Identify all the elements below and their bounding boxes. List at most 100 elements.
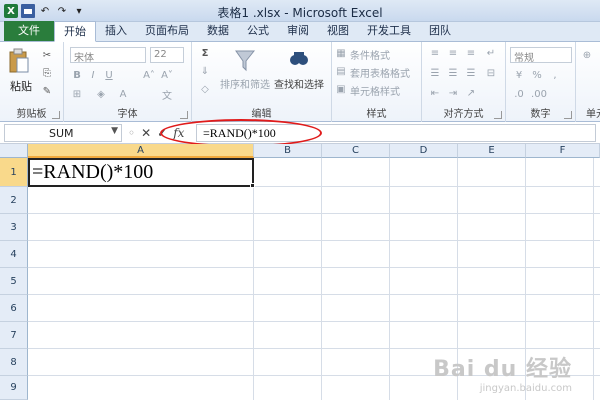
editing-group-label: 编辑 [251, 109, 272, 120]
font-launcher-icon[interactable] [180, 111, 188, 119]
formula-input[interactable]: =RAND()*100 [196, 124, 596, 142]
cell-styles-icon[interactable]: ▣ [334, 82, 348, 96]
column-header-a[interactable]: A [28, 144, 254, 158]
gridline [28, 213, 600, 214]
row-header-8[interactable]: 8 [0, 349, 28, 376]
watermark-logo-text: Bai du 经验 [433, 357, 572, 382]
decrease-decimal-icon[interactable]: .00 [531, 87, 547, 101]
group-font: 宋体 22 B I U A˄ A˅ ⊞ ◈ A 文 字体 [64, 42, 192, 122]
row-header-7[interactable]: 7 [0, 322, 28, 349]
border-icon[interactable]: ⊞ [70, 87, 84, 101]
font-group-label: 字体 [117, 109, 138, 120]
watermark-url: jingyan.baidu.com [479, 383, 572, 394]
tab-team[interactable]: 团队 [420, 21, 460, 41]
fill-icon[interactable]: ⇓ [198, 64, 212, 78]
tab-page-layout[interactable]: 页面布局 [136, 21, 198, 41]
alignment-launcher-icon[interactable] [494, 111, 502, 119]
name-box-dropdown-icon[interactable]: ▼ [111, 126, 118, 136]
group-number: 常规 ¥ % , .0 .00 数字 [506, 42, 576, 122]
comma-style-icon[interactable]: , [548, 68, 562, 82]
insert-cells-icon[interactable]: ⊕ [580, 48, 594, 62]
tab-developer[interactable]: 开发工具 [358, 21, 420, 41]
grow-font-icon[interactable]: A˄ [142, 68, 156, 82]
italic-icon[interactable]: I [86, 68, 100, 82]
orientation-icon[interactable]: ↗ [464, 86, 478, 100]
paste-icon[interactable] [8, 48, 30, 74]
column-header-d[interactable]: D [390, 144, 458, 158]
gridline [28, 240, 600, 241]
number-format-combo[interactable]: 常规 [510, 47, 572, 64]
tab-review[interactable]: 审阅 [278, 21, 318, 41]
phonetic-icon[interactable]: 文 [160, 87, 174, 102]
number-launcher-icon[interactable] [564, 111, 572, 119]
tab-home[interactable]: 开始 [54, 21, 96, 42]
align-bottom-icon[interactable]: ≡ [464, 46, 478, 60]
conditional-format-label[interactable]: 条件格式 [350, 47, 390, 62]
bold-icon[interactable]: B [70, 68, 84, 82]
window-title: 表格1 .xlsx - Microsoft Excel [217, 6, 383, 20]
column-header-c[interactable]: C [322, 144, 390, 158]
increase-decimal-icon[interactable]: .0 [512, 87, 526, 101]
format-painter-icon[interactable]: ✎ [40, 84, 54, 98]
find-select-label[interactable]: 查找和选择 [274, 76, 324, 91]
select-all-button[interactable] [0, 144, 28, 158]
gridline [28, 294, 600, 295]
tab-file[interactable]: 文件 [4, 21, 54, 41]
indent-increase-icon[interactable]: ⇥ [446, 86, 460, 100]
percent-icon[interactable]: % [530, 68, 544, 82]
row-header-3[interactable]: 3 [0, 214, 28, 241]
enter-icon[interactable]: ✓ [157, 126, 167, 140]
insert-function-icon[interactable]: fx [173, 126, 184, 140]
gridline [389, 158, 390, 400]
clear-icon[interactable]: ◇ [198, 82, 212, 96]
find-select-icon[interactable] [288, 48, 310, 72]
format-table-label[interactable]: 套用表格格式 [350, 65, 410, 80]
row-header-9[interactable]: 9 [0, 376, 28, 400]
active-cell-a1[interactable]: =RAND()*100 [28, 158, 254, 187]
group-alignment: ≡ ≡ ≡ ↵ ☰ ☰ ☰ ⊟ ⇤ ⇥ ↗ 对齐方式 [422, 42, 506, 122]
shrink-font-icon[interactable]: A˅ [160, 68, 174, 82]
font-name-combo[interactable]: 宋体 [70, 47, 146, 64]
column-header-e[interactable]: E [458, 144, 526, 158]
styles-group-label: 样式 [366, 109, 387, 120]
group-cells: ⊕ 单元 [576, 42, 600, 122]
indent-decrease-icon[interactable]: ⇤ [428, 86, 442, 100]
format-table-icon[interactable]: ▤ [334, 64, 348, 78]
clipboard-launcher-icon[interactable] [52, 111, 60, 119]
merge-center-icon[interactable]: ⊟ [484, 66, 498, 80]
conditional-format-icon[interactable]: ▦ [334, 46, 348, 60]
column-header-f[interactable]: F [526, 144, 600, 158]
sort-filter-label[interactable]: 排序和筛选 [220, 76, 270, 91]
ribbon-tabs: 文件 开始 插入 页面布局 数据 公式 审阅 视图 开发工具 团队 [0, 21, 600, 42]
name-box[interactable]: SUM ▼ [4, 124, 122, 142]
underline-icon[interactable]: U [102, 68, 116, 82]
align-right-icon[interactable]: ☰ [464, 66, 478, 80]
tab-data[interactable]: 数据 [198, 21, 238, 41]
fill-color-icon[interactable]: ◈ [94, 87, 108, 101]
paste-button-label[interactable]: 粘贴 [10, 78, 32, 94]
currency-icon[interactable]: ¥ [512, 68, 526, 82]
align-left-icon[interactable]: ☰ [428, 66, 442, 80]
cell-styles-label[interactable]: 单元格样式 [350, 83, 400, 98]
row-header-4[interactable]: 4 [0, 241, 28, 268]
row-header-5[interactable]: 5 [0, 268, 28, 295]
autosum-icon[interactable]: Σ [198, 46, 212, 60]
font-color-icon[interactable]: A [116, 87, 130, 101]
tab-formulas[interactable]: 公式 [238, 21, 278, 41]
row-header-2[interactable]: 2 [0, 187, 28, 214]
align-top-icon[interactable]: ≡ [428, 46, 442, 60]
font-size-combo[interactable]: 22 [150, 47, 184, 63]
row-header-1[interactable]: 1 [0, 158, 28, 187]
copy-icon[interactable]: ⎘ [40, 66, 54, 80]
sort-filter-icon[interactable] [234, 48, 256, 72]
cancel-icon[interactable]: ✕ [141, 126, 151, 140]
tab-insert[interactable]: 插入 [96, 21, 136, 41]
wrap-text-icon[interactable]: ↵ [484, 46, 498, 60]
fill-handle[interactable] [250, 183, 255, 188]
cut-icon[interactable]: ✂ [40, 48, 54, 62]
column-header-b[interactable]: B [254, 144, 322, 158]
align-middle-icon[interactable]: ≡ [446, 46, 460, 60]
row-header-6[interactable]: 6 [0, 295, 28, 322]
align-center-icon[interactable]: ☰ [446, 66, 460, 80]
tab-view[interactable]: 视图 [318, 21, 358, 41]
